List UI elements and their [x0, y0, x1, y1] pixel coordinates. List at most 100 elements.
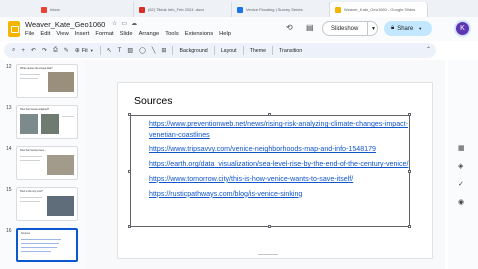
collapse-toolbar-icon[interactable]: ⌃: [426, 46, 431, 53]
menu-arrange[interactable]: Arrange: [139, 31, 160, 37]
thumbnail-photo: [20, 114, 38, 134]
slideshow-button[interactable]: Slideshow ▼: [322, 21, 378, 36]
resize-handle[interactable]: [128, 170, 131, 173]
toolbar-divider: [272, 46, 274, 55]
menu-edit[interactable]: Edit: [40, 31, 50, 37]
theme-button[interactable]: Theme: [250, 48, 267, 54]
resize-handle[interactable]: [268, 225, 271, 228]
canvas-scrollbar[interactable]: [258, 254, 278, 255]
browser-tab-survey[interactable]: Venice Flooding | Survey Series: [232, 2, 330, 17]
background-button[interactable]: Background: [179, 48, 207, 54]
thumbnail-text-line: [20, 78, 38, 79]
filmstrip-item[interactable]: 12 What causes the Acqua Alta?: [6, 64, 78, 98]
tab-title: Venice Flooding | Survey Series: [246, 7, 303, 12]
avatar[interactable]: K: [454, 20, 471, 37]
filmstrip-item-selected[interactable]: 16 Sources: [6, 228, 78, 262]
slide-filmstrip: 12 What causes the Acqua Alta? 13 How ha…: [0, 60, 85, 269]
resize-handle[interactable]: [408, 225, 411, 228]
new-slide-icon[interactable]: +: [21, 48, 25, 54]
source-link[interactable]: https://www.tomorrow.city/this-is-how-ve…: [149, 174, 409, 185]
search-menus-icon[interactable]: ⌕: [12, 47, 15, 54]
filmstrip-item[interactable]: 15 How is the city now?: [6, 187, 78, 221]
history-icon[interactable]: ⟲: [286, 23, 293, 32]
toolbar-divider: [242, 46, 244, 55]
thumbnail-text-line: [20, 156, 42, 157]
zoom-select[interactable]: ⊕ Fit ▼: [75, 47, 94, 55]
source-link[interactable]: https://earth.org/data_visualization/sea…: [149, 159, 409, 170]
thumbnail-text-line: [21, 239, 61, 240]
line-icon[interactable]: ╲: [152, 47, 156, 54]
thumbnail-text-line: [20, 74, 40, 75]
thumbnail-title: How is the city now?: [20, 190, 43, 193]
chevron-down-icon[interactable]: ▼: [367, 22, 376, 35]
thumbnail-title: What causes the Acqua Alta?: [20, 67, 53, 70]
slide-title[interactable]: Sources: [134, 95, 173, 107]
toolbar-divider: [213, 46, 215, 55]
comments-icon[interactable]: ▤: [306, 23, 314, 32]
lock-icon: 🔒︎: [391, 25, 395, 31]
text-box-icon[interactable]: T: [118, 48, 122, 54]
paint-format-icon[interactable]: ✎: [64, 47, 69, 54]
tasks-icon[interactable]: ✓: [458, 180, 464, 188]
source-link[interactable]: https://www.preventionweb.net/news/risin…: [149, 119, 409, 140]
doc-icon: [139, 6, 145, 13]
thumbnail-text-line: [20, 160, 40, 161]
browser-tab-tiktok-doc[interactable]: (62) Tiktok Info_Feb 2024 .docx: [134, 2, 232, 17]
print-icon[interactable]: ⎙: [53, 47, 58, 54]
comment-add-icon[interactable]: ⊞: [161, 47, 166, 54]
calendar-icon[interactable]: ▦: [458, 144, 465, 152]
toolbar: ⌕ + ↶ ↷ ⎙ ✎ ⊕ Fit ▼ ↖ T ▨ ◯ ╲ ⊞ Backgrou…: [4, 43, 436, 58]
menu-format[interactable]: Format: [95, 31, 113, 37]
resize-handle[interactable]: [128, 113, 131, 116]
filmstrip-item[interactable]: 14 How has Venice been...: [6, 146, 78, 180]
slides-icon: [335, 6, 341, 13]
redo-icon[interactable]: ↷: [42, 47, 47, 54]
slide-number: 13: [6, 105, 12, 111]
contacts-icon[interactable]: ◉: [458, 198, 464, 206]
menu-view[interactable]: View: [56, 31, 68, 37]
browser-tab-slides[interactable]: Weaver_Kate_Geo1060 - Google Slides: [330, 2, 428, 17]
cloud-saved-icon[interactable]: ☁: [131, 20, 137, 27]
move-folder-icon[interactable]: ▭: [121, 20, 127, 27]
source-link[interactable]: https://www.tripsavvy.com/venice-neighbo…: [149, 144, 409, 155]
chevron-down-icon: ▼: [89, 48, 94, 53]
menu-tools[interactable]: Tools: [165, 31, 179, 37]
survey-icon: [237, 6, 243, 13]
slide-thumbnail[interactable]: What causes the Acqua Alta?: [16, 64, 78, 98]
menu-help[interactable]: Help: [219, 31, 231, 37]
menu-extensions[interactable]: Extensions: [185, 31, 213, 37]
thumbnail-text-line: [20, 201, 40, 202]
thumbnail-photo: [48, 72, 74, 92]
app-header: Weaver_Kate_Geo1060 ☆ ▭ ☁ File Edit View…: [0, 17, 478, 41]
slide-thumbnail[interactable]: How has Venice adapted?: [16, 105, 78, 139]
menu-slide[interactable]: Slide: [120, 31, 133, 37]
menu-file[interactable]: File: [25, 31, 34, 37]
tab-title: Inbox: [50, 7, 60, 12]
resize-handle[interactable]: [408, 113, 411, 116]
tab-title: Weaver_Kate_Geo1060 - Google Slides: [344, 7, 416, 12]
slide-thumbnail[interactable]: How is the city now?: [16, 187, 78, 221]
transition-button[interactable]: Transition: [279, 48, 302, 54]
keep-icon[interactable]: ◈: [458, 162, 463, 170]
menu-insert[interactable]: Insert: [75, 31, 90, 37]
document-title[interactable]: Weaver_Kate_Geo1060: [25, 20, 105, 29]
thumbnail-title: How has Venice adapted?: [20, 108, 50, 111]
resize-handle[interactable]: [128, 225, 131, 228]
toolbar-divider: [99, 46, 101, 55]
source-link[interactable]: https://rusticpathways.com/blog/is-venic…: [149, 189, 409, 200]
shape-icon[interactable]: ◯: [139, 47, 146, 54]
slides-logo-icon[interactable]: [8, 21, 20, 37]
star-icon[interactable]: ☆: [112, 20, 117, 27]
filmstrip-item[interactable]: 13 How has Venice adapted?: [6, 105, 78, 139]
image-icon[interactable]: ▨: [127, 47, 133, 54]
thumbnail-photo: [47, 155, 74, 175]
layout-button[interactable]: Layout: [221, 48, 237, 54]
slide-thumbnail[interactable]: How has Venice been...: [16, 146, 78, 180]
slide-thumbnail-selected[interactable]: Sources: [16, 228, 78, 262]
resize-handle[interactable]: [268, 113, 271, 116]
select-cursor-icon[interactable]: ↖: [107, 47, 112, 54]
browser-tab-inbox[interactable]: Inbox: [36, 2, 134, 17]
share-button[interactable]: 🔒︎ Share ▼: [384, 21, 432, 36]
thumbnail-text-line: [21, 251, 51, 252]
undo-icon[interactable]: ↶: [31, 47, 36, 54]
